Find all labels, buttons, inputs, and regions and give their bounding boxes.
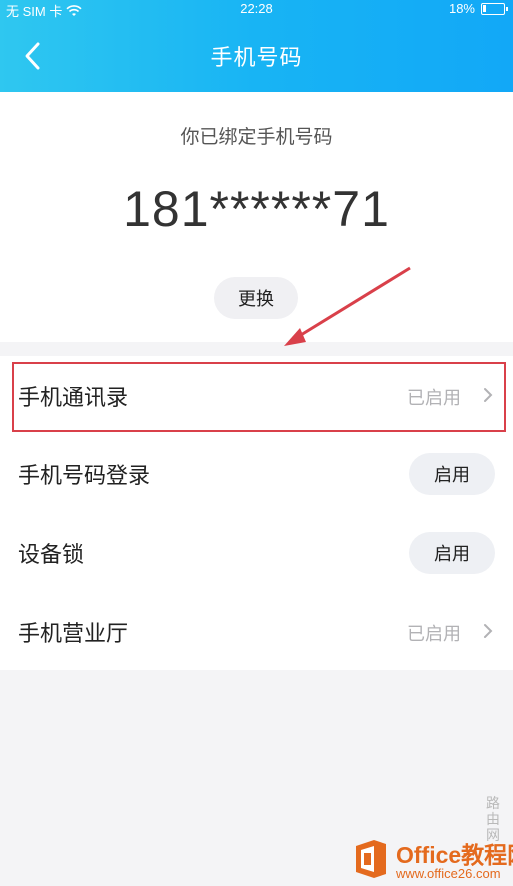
watermark-url: www.office26.com bbox=[396, 866, 501, 881]
battery-icon bbox=[481, 2, 508, 15]
watermark: Office教程网 www.office26.com bbox=[352, 836, 513, 886]
row-label: 手机号码登录 bbox=[18, 464, 151, 489]
bound-phone-label: 你已绑定手机号码 bbox=[180, 126, 333, 148]
status-right: 18% bbox=[448, 1, 508, 16]
status-time: 22:28 bbox=[240, 1, 273, 16]
app-header: 无 SIM 卡 22:28 18% 手机号码 bbox=[0, 0, 513, 92]
page-title: 手机号码 bbox=[210, 46, 303, 71]
enable-phone-login-button[interactable]: 启用 bbox=[409, 453, 495, 495]
office-logo-icon bbox=[356, 840, 386, 878]
chevron-right-icon bbox=[484, 388, 493, 402]
chevron-right-icon bbox=[484, 624, 493, 638]
row-label: 手机营业厅 bbox=[18, 622, 129, 647]
battery-percent: 18% bbox=[448, 1, 475, 16]
phone-info-card: 你已绑定手机号码 181******71 更换 bbox=[0, 92, 513, 342]
enable-device-lock-button[interactable]: 启用 bbox=[409, 532, 495, 574]
battery-level-fill bbox=[483, 4, 486, 12]
contacts-row[interactable]: 手机通讯录 已启用 bbox=[0, 356, 513, 434]
row-status: 已启用 bbox=[407, 388, 461, 409]
change-phone-button[interactable]: 更换 bbox=[214, 277, 298, 319]
status-bar: 无 SIM 卡 22:28 18% bbox=[0, 0, 513, 19]
settings-list: 手机通讯录 已启用 手机号码登录 启用 设备锁 启用 手机营业厅 已启用 bbox=[0, 356, 513, 670]
phone-login-row: 手机号码登录 启用 bbox=[0, 434, 513, 512]
row-status: 已启用 bbox=[407, 624, 461, 645]
device-lock-row: 设备锁 启用 bbox=[0, 513, 513, 591]
row-label: 手机通讯录 bbox=[18, 386, 129, 411]
row-label: 设备锁 bbox=[18, 543, 85, 568]
mobile-service-row[interactable]: 手机营业厅 已启用 bbox=[0, 592, 513, 670]
watermark-brand: Office教程网 bbox=[396, 842, 513, 868]
phone-number: 181******71 bbox=[123, 181, 390, 237]
